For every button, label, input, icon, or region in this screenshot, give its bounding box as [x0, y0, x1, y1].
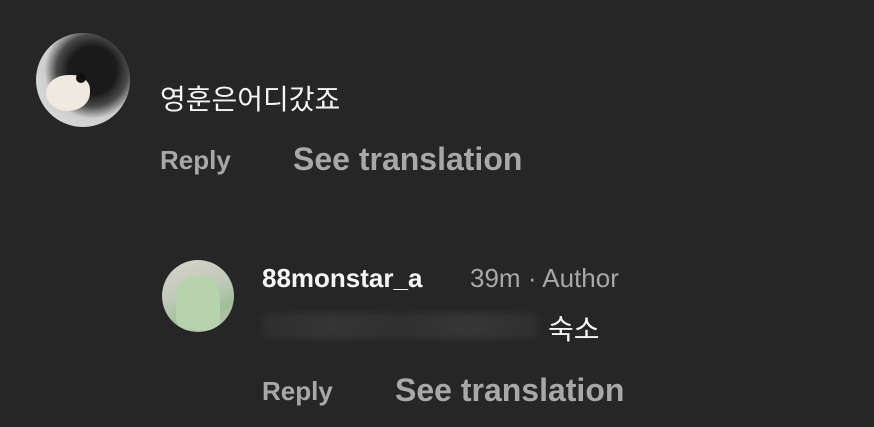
comment-text: 영훈은어디갔죠	[160, 83, 341, 116]
reply-text: 숙소	[548, 313, 600, 346]
avatar-figure	[176, 276, 220, 330]
comment-see-translation-button[interactable]: See translation	[293, 141, 522, 178]
reply-see-translation-button[interactable]: See translation	[395, 372, 624, 409]
author-avatar[interactable]	[162, 260, 234, 332]
reply-meta: 39m · Author	[470, 263, 619, 294]
commenter-avatar[interactable]	[36, 33, 130, 127]
reply-reply-button[interactable]: Reply	[262, 376, 333, 407]
reply-time: 39m	[470, 263, 521, 293]
meta-separator: ·	[527, 263, 537, 293]
blurred-mention	[262, 313, 538, 339]
reply-username[interactable]: 88monstar_a	[262, 263, 422, 294]
comment-reply-button[interactable]: Reply	[160, 145, 231, 176]
author-badge: Author	[542, 263, 619, 293]
avatar-dog-eye	[76, 73, 86, 83]
